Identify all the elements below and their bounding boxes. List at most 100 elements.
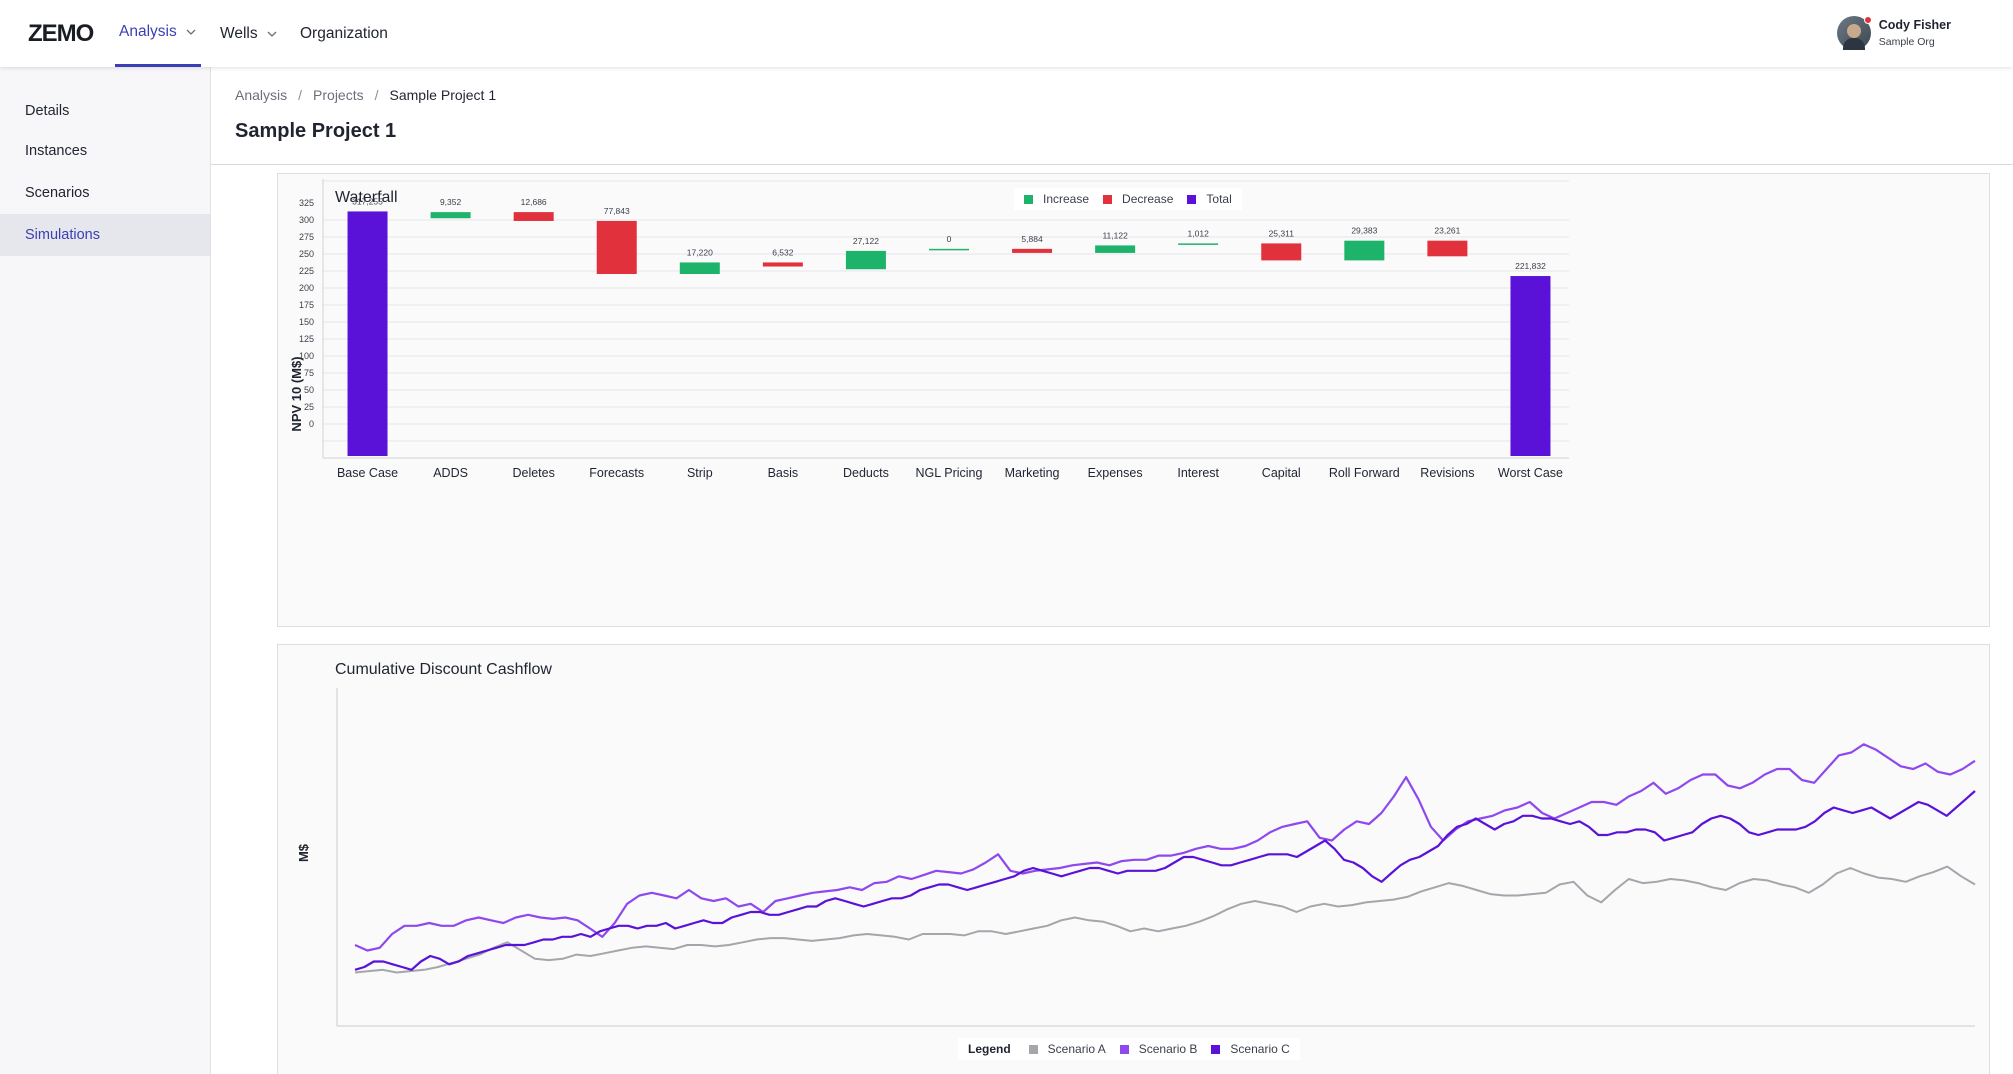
legend-label: Scenario A [1047,1042,1106,1056]
series-line-scenario-a[interactable] [354,865,1976,974]
y-tick-label: 325 [299,198,314,208]
bar-value-label: 0 [947,234,952,244]
series-line-scenario-b[interactable] [354,743,1976,952]
waterfall-bar-expenses[interactable] [1095,245,1136,253]
nav-organization-label: Organization [300,24,388,42]
user-name: Cody Fisher [1878,18,1951,32]
chevron-down-icon [186,29,196,35]
nav-organization[interactable]: Organization [300,0,388,67]
waterfall-bar-worst-case[interactable] [1510,276,1551,456]
legend-item-scenario-b[interactable]: Scenario B [1119,1042,1198,1056]
waterfall-bar-basis[interactable] [762,262,803,267]
legend-label: Scenario B [1138,1042,1198,1056]
waterfall-bar-deducts[interactable] [845,250,886,270]
waterfall-bar-deletes[interactable] [513,212,554,221]
legend-title: Legend [968,1042,1011,1056]
bar-value-label: 23,261 [1434,226,1460,236]
x-tick-label: Basis [768,466,799,480]
nav-analysis[interactable]: Analysis [115,0,201,67]
y-tick-label: 0 [309,419,314,429]
waterfall-bar-capital[interactable] [1261,243,1302,261]
sidebar-item-instances[interactable]: Instances [0,130,210,172]
bar-value-label: 29,383 [1351,226,1377,236]
x-tick-label: ADDS [433,466,468,480]
avatar-body [1842,38,1865,50]
nav-analysis-label: Analysis [119,23,177,40]
y-tick-label: 75 [304,368,314,378]
waterfall-chart: 0255075100125150175200225250275300325Bas… [289,179,1569,480]
user-menu[interactable]: Cody Fisher Sample Org [1836,16,1951,50]
avatar[interactable] [1836,16,1872,50]
header-divider [211,164,2013,165]
legend-label: Scenario C [1230,1042,1290,1056]
y-tick-label: 125 [299,334,314,344]
cashflow-y-axis-label: M$ [296,843,311,862]
waterfall-card: Waterfall Increase Decrease Total 0 25 50 7… [277,173,1990,627]
waterfall-bar-marketing[interactable] [1012,248,1053,253]
sidebar-item-label: Details [25,103,70,119]
bar-value-label: 11,122 [1102,230,1128,240]
y-tick-label: 275 [299,232,314,242]
cashflow-legend: Legend Scenario A Scenario B Scenario C [958,1038,1300,1060]
sidebar-item-label: Instances [25,143,88,159]
legend-item-scenario-c[interactable]: Scenario C [1211,1042,1290,1056]
legend-item-scenario-a[interactable]: Scenario A [1028,1042,1106,1056]
sidebar-item-label: Simulations [25,227,100,243]
bar-value-label: 17,220 [687,247,713,257]
x-tick-label: Worst Case [1498,466,1563,480]
sidebar-item-details[interactable]: Details [0,90,210,132]
y-tick-label: 50 [304,385,314,395]
waterfall-bar-forecasts[interactable] [596,220,637,274]
x-tick-label: Expenses [1088,466,1143,480]
y-tick-label: 225 [299,266,314,276]
nav-wells-label: Wells [220,24,258,42]
cashflow-chart: M$ [296,688,1976,1027]
sidebar-item-simulations[interactable]: Simulations [0,214,210,256]
y-tick-label: 175 [299,300,314,310]
x-tick-label: Forecasts [589,466,644,480]
y-tick-label: 300 [299,215,314,225]
x-tick-label: Deletes [512,466,554,480]
nav-wells[interactable]: Wells [220,0,278,67]
bar-value-label: 5,884 [1021,234,1043,244]
sidebar-item-label: Scenarios [25,185,90,201]
sidebar-item-scenarios[interactable]: Scenarios [0,172,210,214]
bar-value-label: 12,686 [521,197,547,207]
x-tick-label: Interest [1177,466,1219,480]
user-org: Sample Org [1878,36,1935,48]
bar-value-label: 25,311 [1269,228,1295,238]
breadcrumb-separator: / [374,87,379,103]
scenario-c-swatch [1211,1044,1221,1054]
series-line-scenario-c[interactable] [354,790,1976,971]
notification-dot-icon [1863,16,1872,24]
breadcrumb-projects[interactable]: Projects [313,87,364,103]
user-info: Cody Fisher Sample Org [1879,18,1951,48]
bar-value-label: 77,843 [604,206,630,216]
scenario-a-swatch [1028,1044,1038,1054]
breadcrumb-analysis[interactable]: Analysis [235,87,287,103]
bar-value-label: 27,122 [853,236,879,246]
sidebar: Details Instances Scenarios Simulations [0,67,211,1074]
waterfall-bar-base-case[interactable] [347,211,388,456]
waterfall-bar-adds[interactable] [430,212,471,219]
breadcrumb-current: Sample Project 1 [389,87,497,103]
y-tick-label: 200 [299,283,314,293]
y-tick-label: 150 [299,317,314,327]
waterfall-bar-strip[interactable] [679,262,720,274]
zemo-logo[interactable]: ZEMO [28,18,94,48]
top-nav-bar: ZEMO Analysis Wells Organization Cody Fi… [0,0,2013,67]
bar-value-label: 6,532 [772,247,794,257]
x-tick-label: Revisions [1420,466,1474,480]
waterfall-bar-roll-forward[interactable] [1344,240,1385,261]
breadcrumb-separator: / [298,87,303,103]
waterfall-y-axis-label: NPV 10 (M$) [289,356,304,431]
waterfall-bar-revisions[interactable] [1427,240,1468,257]
y-tick-label: 25 [304,402,314,412]
bar-value-label: 221,832 [1515,261,1546,271]
breadcrumb: Analysis / Projects / Sample Project 1 [235,87,496,103]
logo-text: ZEMO [28,20,94,47]
x-tick-label: Capital [1262,466,1301,480]
waterfall-bar-interest[interactable] [1178,243,1219,245]
waterfall-bar-ngl-pricing[interactable] [929,248,969,251]
x-tick-label: Marketing [1005,466,1060,480]
